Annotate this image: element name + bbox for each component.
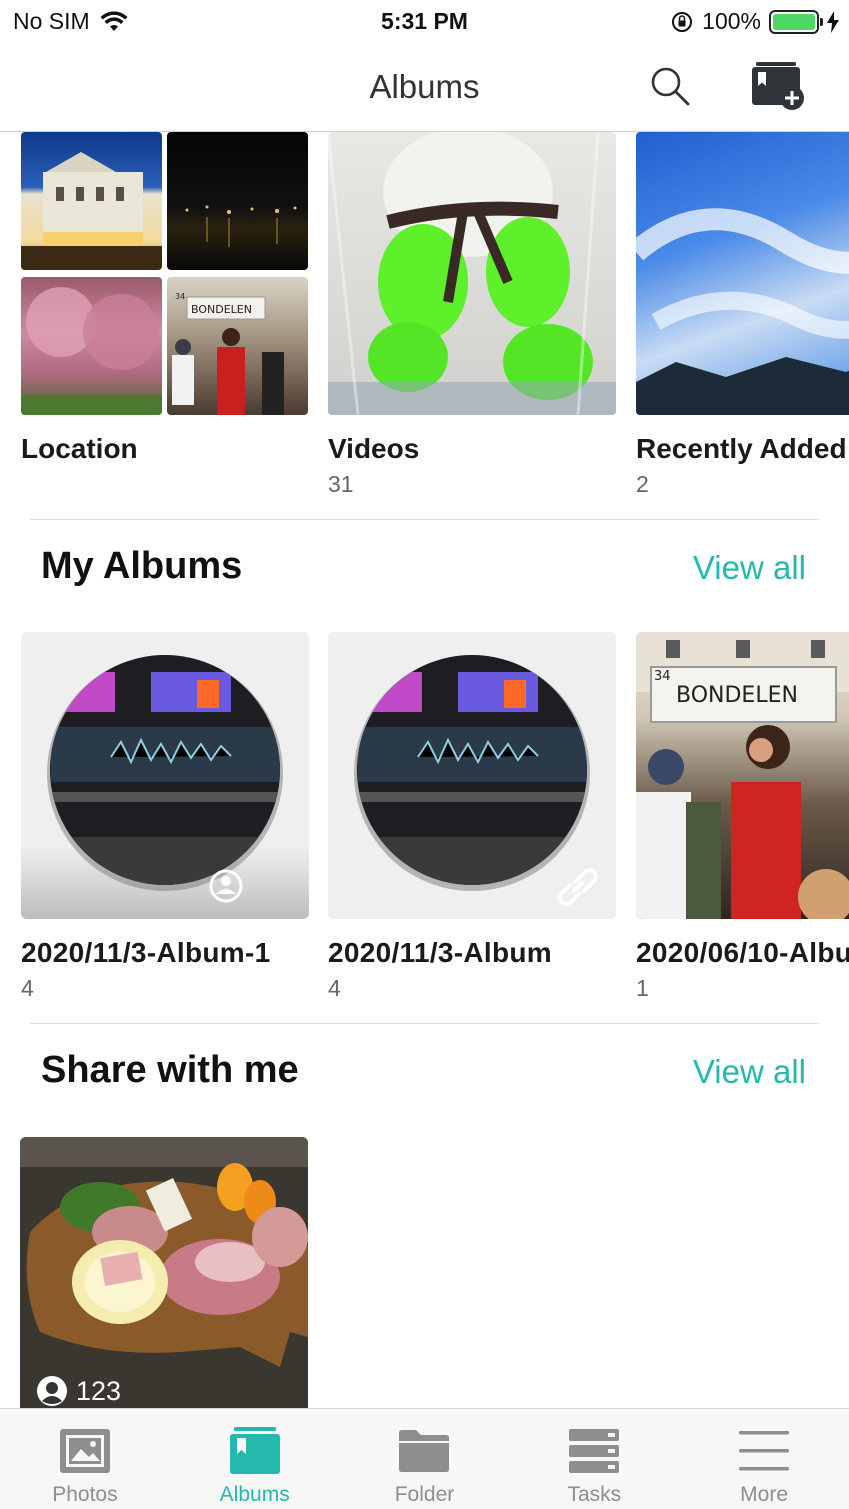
- shared-owner-badge: 123: [36, 1375, 121, 1407]
- my-albums-view-all-link[interactable]: View all: [693, 549, 806, 587]
- share-with-me-title: Share with me: [41, 1049, 299, 1091]
- tab-tasks[interactable]: Tasks: [509, 1409, 679, 1509]
- tab-folder[interactable]: Folder: [340, 1409, 510, 1509]
- photos-icon: [59, 1429, 110, 1473]
- parade-sign-text: BONDELEN: [191, 303, 252, 316]
- album-count: 4: [21, 975, 34, 1001]
- videos-label: Videos: [328, 433, 420, 464]
- page-title: Albums: [369, 68, 480, 105]
- location-label: Location: [21, 433, 138, 464]
- album-name: 2020/06/10-Album: [636, 937, 849, 968]
- recently-added-album-tile[interactable]: Recently Added 2: [636, 132, 849, 498]
- tab-bar: Photos Albums Folder Tasks More: [0, 1408, 849, 1509]
- location-album-tile[interactable]: BONDELEN 34 Location: [21, 132, 309, 465]
- tab-albums[interactable]: Albums: [170, 1409, 340, 1509]
- location-thumb-parade: BONDELEN 34: [167, 277, 308, 415]
- person-icon: [37, 1376, 67, 1406]
- tab-folder-label: Folder: [394, 1483, 455, 1506]
- album-name: 2020/11/3-Album-1: [21, 937, 271, 968]
- divider-1: [30, 519, 819, 520]
- nav-bar: Albums: [0, 44, 849, 132]
- album-cover: [328, 632, 616, 919]
- recently-added-thumb: [636, 132, 849, 415]
- battery-percent: 100%: [702, 8, 761, 34]
- tab-photos[interactable]: Photos: [0, 1409, 170, 1509]
- status-right: 100%: [670, 8, 839, 35]
- shared-album-cover: [20, 1137, 308, 1409]
- charging-icon: [827, 10, 839, 33]
- shared-owner-count: 123: [76, 1375, 122, 1406]
- location-mosaic: BONDELEN 34: [21, 132, 309, 415]
- album-cover: BONDELEN 34: [636, 632, 849, 919]
- videos-count: 31: [328, 471, 354, 497]
- battery-icon: [769, 9, 823, 34]
- album-card[interactable]: 2020/11/3-Album 4: [328, 632, 616, 1002]
- tab-albums-label: Albums: [219, 1483, 290, 1506]
- albums-icon: [229, 1427, 280, 1474]
- recently-added-label: Recently Added: [636, 433, 847, 464]
- folder-icon: [399, 1430, 450, 1472]
- status-bar: No SIM 5:31 PM 100%: [0, 0, 849, 44]
- tab-more[interactable]: More: [679, 1409, 849, 1509]
- orientation-lock-icon: [672, 11, 693, 32]
- divider-2: [30, 1023, 819, 1024]
- album-count: 4: [328, 975, 341, 1001]
- parade-sign-number: 34: [175, 292, 185, 301]
- location-thumb-night: [167, 132, 308, 270]
- album-cover: [21, 632, 309, 919]
- tab-tasks-label: Tasks: [567, 1483, 622, 1506]
- videos-album-tile[interactable]: Videos 31: [328, 132, 616, 498]
- smart-albums-strip[interactable]: BONDELEN 34 Location Videos 31 Recently …: [0, 132, 849, 517]
- more-icon: [739, 1431, 790, 1471]
- my-albums-title: My Albums: [41, 545, 243, 587]
- tab-photos-label: Photos: [52, 1483, 118, 1506]
- recently-added-count: 2: [636, 471, 649, 497]
- album-name: 2020/11/3-Album: [328, 937, 552, 968]
- album-count: 1: [636, 975, 649, 1001]
- tab-more-label: More: [740, 1483, 789, 1506]
- share-with-me-view-all-link[interactable]: View all: [693, 1053, 806, 1091]
- tasks-icon: [569, 1429, 620, 1473]
- add-album-icon[interactable]: [752, 62, 806, 110]
- search-icon[interactable]: [648, 64, 692, 108]
- album-cover-sign-number: 34: [654, 669, 671, 684]
- battery-level: [773, 13, 815, 30]
- location-thumb-building: [21, 132, 162, 270]
- album-cover-sign-text: BONDELEN: [676, 683, 798, 708]
- location-thumb-blossom: [21, 277, 162, 415]
- my-albums-row[interactable]: 2020/11/3-Album-1 4 2020/11/3-Album 4 BO…: [0, 632, 849, 1012]
- album-card[interactable]: 2020/11/3-Album-1 4: [21, 632, 309, 1002]
- album-card[interactable]: BONDELEN 34 2020/06/10-Album 1: [636, 632, 849, 1002]
- shared-album-card[interactable]: 123: [20, 1137, 308, 1409]
- videos-thumb: [328, 132, 616, 415]
